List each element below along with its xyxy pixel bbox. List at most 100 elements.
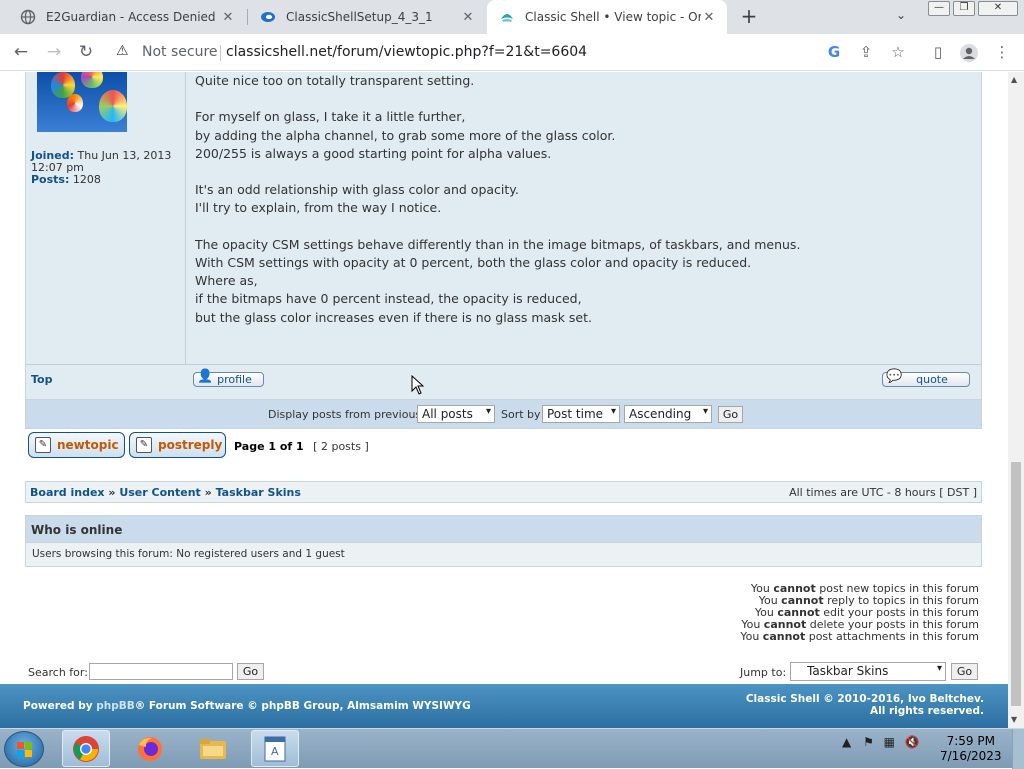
taskbar-firefox[interactable]: [126, 730, 174, 767]
tab-classicshellsetup[interactable]: ClassicShellSetup_4_3_1 ✕: [248, 0, 486, 34]
jump-to-value: Taskbar Skins: [807, 664, 889, 678]
close-window-button[interactable]: ✕: [978, 1, 1018, 16]
restore-button[interactable]: ❐: [953, 1, 975, 16]
post-line: Where as,: [195, 273, 258, 289]
taskbar-wordpad[interactable]: A: [251, 730, 299, 767]
page-viewport: Joined: Thu Jun 13, 2013 12:07 pm Posts:…: [0, 72, 1008, 728]
new-topic-button[interactable]: ✎ newtopic: [28, 432, 125, 458]
new-topic-icon: ✎: [35, 437, 51, 453]
system-clock[interactable]: 7:59 PM 7/16/2023: [940, 734, 1002, 764]
phpbb-link[interactable]: phpBB: [96, 700, 135, 712]
post-line: Quite nice too on totally transparent se…: [195, 73, 475, 88]
scrollbar-thumb[interactable]: [1011, 462, 1021, 706]
jump-to-label: Jump to:: [740, 666, 787, 679]
poster-profile-info: Joined: Thu Jun 13, 2013 12:07 pm Posts:…: [31, 150, 171, 186]
post-line: 200/255 is always a good starting point …: [195, 145, 552, 161]
tab-title: Classic Shell • View topic - Origin: [525, 10, 701, 24]
download-icon: [260, 9, 276, 25]
post-line: I'll try to explain, from the way I noti…: [195, 200, 442, 216]
taskbar-file-explorer[interactable]: [189, 730, 237, 767]
close-tab-icon[interactable]: ✕: [220, 10, 236, 25]
bookmark-star-icon[interactable]: ☆: [886, 41, 910, 65]
minimize-button[interactable]: —: [928, 1, 950, 16]
sort-direction-select[interactable]: Ascending ▾: [624, 405, 712, 423]
profile-avatar-icon[interactable]: [957, 41, 981, 65]
sort-options-bar: Display posts from previous: All posts ▾ …: [25, 400, 982, 429]
chevron-down-icon: ▾: [936, 663, 942, 674]
page-scrollbar[interactable]: ▲ ▼: [1008, 72, 1024, 728]
breadcrumb-separator: »: [108, 486, 116, 499]
breadcrumb-user-content[interactable]: User Content: [119, 486, 200, 499]
windows-logo-icon: [17, 742, 33, 762]
mouse-cursor-icon: [411, 375, 425, 395]
start-button[interactable]: [4, 731, 44, 767]
post-reply-button[interactable]: ✎ postreply: [129, 432, 226, 458]
display-posts-select[interactable]: All posts ▾: [417, 405, 495, 423]
chevron-down-icon: ▾: [610, 406, 616, 417]
show-hidden-icons-icon[interactable]: ▲: [842, 735, 851, 749]
tab-search-chevron-icon[interactable]: ⌄: [896, 8, 906, 22]
document-icon: A: [264, 736, 286, 761]
windows-taskbar: A ▲ ⚑ ▦ 🔇 7:59 PM 7/16/2023: [0, 728, 1024, 769]
tab-classicshell-forum[interactable]: Classic Shell • View topic - Origin ✕: [487, 0, 727, 34]
security-label[interactable]: Not secure: [142, 44, 218, 60]
search-input[interactable]: [89, 663, 233, 680]
address-bar[interactable]: ⚠ Not secure classicshell.net/forum/view…: [106, 39, 914, 66]
tab-title: E2Guardian - Access Denied: [46, 10, 216, 24]
close-tab-icon[interactable]: ✕: [460, 10, 476, 25]
omnibox-divider: [220, 45, 221, 61]
post-reply-label: postreply: [158, 438, 223, 452]
post-line: The opacity CSM settings behave differen…: [195, 236, 801, 252]
svg-text:A: A: [271, 745, 279, 758]
post-count: [ 2 posts ]: [313, 440, 369, 453]
profile-divider: [185, 72, 186, 400]
breadcrumb-separator: »: [204, 486, 212, 499]
post-footer: Top 👤 profile 💬 quote: [25, 364, 982, 400]
profile-button[interactable]: 👤 profile: [193, 370, 264, 387]
post-line: For myself on glass, I take it a little …: [195, 109, 466, 125]
breadcrumb-taskbar-skins[interactable]: Taskbar Skins: [216, 486, 301, 499]
forum-post: Joined: Thu Jun 13, 2013 12:07 pm Posts:…: [25, 72, 982, 400]
breadcrumb: Board index » User Content » Taskbar Ski…: [30, 486, 301, 499]
network-icon[interactable]: ▦: [884, 735, 895, 749]
quote-button[interactable]: 💬 quote: [882, 370, 970, 387]
menu-kebab-icon[interactable]: ⋮: [990, 41, 1014, 65]
share-icon[interactable]: ⇪: [854, 41, 878, 65]
top-link[interactable]: Top: [31, 373, 52, 386]
forward-button[interactable]: →: [42, 41, 66, 65]
scroll-down-arrow-icon[interactable]: ▼: [1011, 715, 1017, 724]
powered-by: Powered by phpBB® Forum Software © phpBB…: [23, 700, 471, 712]
post-line: It's an odd relationship with glass colo…: [195, 182, 519, 198]
user-avatar[interactable]: [37, 72, 127, 132]
action-center-icon[interactable]: ⚑: [863, 735, 874, 749]
clock-time: 7:59 PM: [946, 734, 995, 748]
show-desktop-button[interactable]: [1012, 729, 1024, 769]
taskbar-chrome[interactable]: [62, 730, 110, 767]
new-tab-button[interactable]: +: [738, 6, 760, 28]
post-line: With CSM settings with opacity at 0 perc…: [195, 254, 752, 270]
tab-e2guardian[interactable]: E2Guardian - Access Denied ✕: [8, 0, 246, 34]
quote-button-label: quote: [916, 373, 948, 386]
clock-date: 7/16/2023: [940, 749, 1002, 763]
post-line: by adding the alpha channel, to grab som…: [195, 127, 616, 143]
back-button[interactable]: ←: [9, 41, 33, 65]
sort-key-select[interactable]: Post time ▾: [542, 405, 620, 423]
chrome-icon: [73, 735, 99, 762]
breadcrumb-board-index[interactable]: Board index: [30, 486, 105, 499]
volume-muted-icon[interactable]: 🔇: [905, 735, 920, 749]
chevron-down-icon: ▾: [485, 406, 491, 417]
sort-go-button[interactable]: Go: [718, 406, 743, 423]
warning-icon[interactable]: ⚠: [116, 43, 129, 59]
scroll-up-arrow-icon[interactable]: ▲: [1011, 75, 1017, 84]
post-line: but the glass color increases even if th…: [195, 309, 592, 325]
url-text[interactable]: classicshell.net/forum/viewtopic.php?f=2…: [226, 44, 587, 60]
jump-to-select[interactable]: Taskbar Skins ▾: [790, 662, 946, 681]
jump-go-button[interactable]: Go: [951, 663, 978, 680]
google-icon[interactable]: G: [822, 41, 846, 65]
search-go-button[interactable]: Go: [237, 663, 264, 680]
reload-button[interactable]: ↻: [74, 41, 98, 65]
breadcrumb-bar: Board index » User Content » Taskbar Ski…: [25, 481, 982, 503]
folder-icon: [200, 738, 226, 759]
side-panel-icon[interactable]: ▯: [926, 41, 950, 65]
close-tab-icon[interactable]: ✕: [701, 10, 717, 25]
